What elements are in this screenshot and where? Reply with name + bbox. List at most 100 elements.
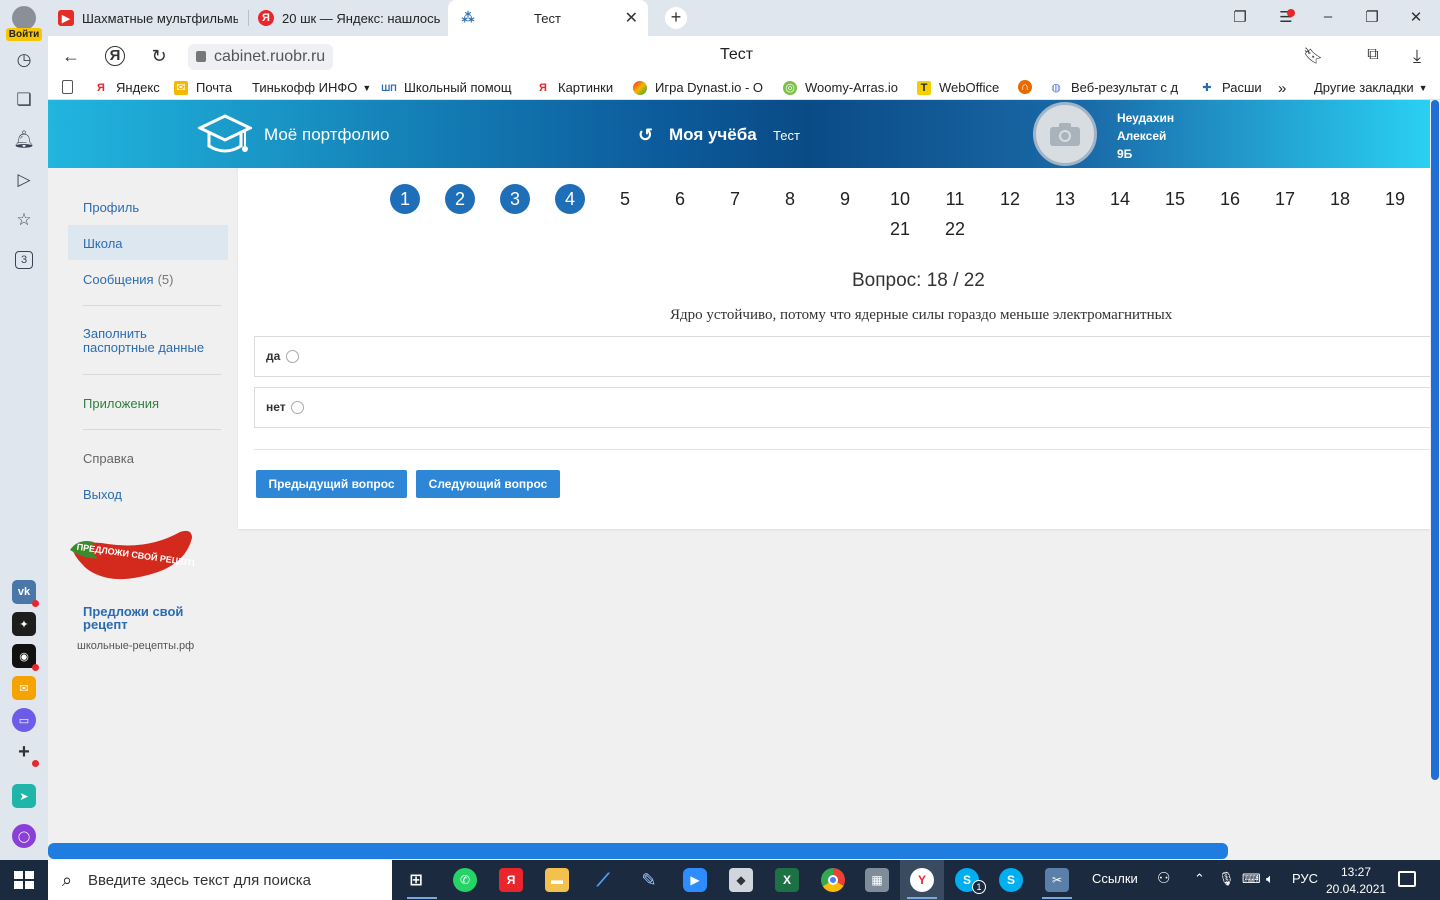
video-play-icon[interactable]: ▷ bbox=[12, 168, 36, 192]
url-field[interactable]: cabinet.ruobr.ru bbox=[188, 44, 334, 70]
question-number-19[interactable]: 19 bbox=[1380, 184, 1410, 214]
calculator-icon[interactable]: ▦ bbox=[865, 868, 889, 892]
history-icon[interactable]: ◷ bbox=[12, 48, 36, 72]
sidebar-item-logout[interactable]: Выход bbox=[83, 487, 122, 502]
answer-option-yes[interactable]: да bbox=[254, 336, 1430, 377]
taskbar-search[interactable]: ⌕ Введите здесь текст для поиска bbox=[48, 860, 392, 900]
favorites-star-icon[interactable]: ☆ bbox=[12, 208, 36, 232]
more-bookmarks-icon[interactable]: » bbox=[1278, 80, 1286, 97]
promo-title[interactable]: Предложи свой рецепт bbox=[83, 605, 213, 631]
bookmark-web-result-2[interactable]: ◍ Веб-результат с д bbox=[1049, 80, 1178, 95]
reload-icon[interactable]: ↻ bbox=[148, 46, 170, 67]
mail-app-icon[interactable]: ✉ bbox=[12, 676, 36, 700]
question-number-15[interactable]: 15 bbox=[1160, 184, 1190, 214]
bookmark-icon[interactable]: 🔖︎ bbox=[1302, 46, 1324, 66]
question-number-18[interactable]: 18 bbox=[1325, 184, 1355, 214]
question-number-6[interactable]: 6 bbox=[665, 184, 695, 214]
question-number-9[interactable]: 9 bbox=[830, 184, 860, 214]
clock[interactable]: 13:27 20.04.2021 bbox=[1326, 864, 1386, 898]
chrome-icon[interactable] bbox=[821, 868, 845, 892]
links-toolbar[interactable]: Ссылки bbox=[1092, 871, 1138, 886]
bookmark-tinkoff[interactable]: Тинькофф ИНФО ▼ bbox=[252, 80, 371, 95]
sparkle-app-icon[interactable]: ✦ bbox=[12, 612, 36, 636]
language-indicator[interactable]: РУС bbox=[1292, 871, 1318, 886]
question-number-2[interactable]: 2 bbox=[445, 184, 475, 214]
graduation-cap-icon[interactable] bbox=[198, 112, 252, 158]
paint3d-icon[interactable]: ⟋ bbox=[591, 868, 615, 892]
back-icon[interactable]: ← bbox=[60, 46, 82, 67]
vertical-scrollbar[interactable] bbox=[1430, 100, 1440, 780]
action-center-icon[interactable] bbox=[1398, 871, 1416, 887]
share-icon[interactable]: ⧉ bbox=[1362, 46, 1384, 64]
bookmark-woomy[interactable]: ◎ Woomy-Arras.io bbox=[783, 80, 898, 95]
refresh-icon[interactable]: ↺ bbox=[638, 125, 653, 146]
question-number-14[interactable]: 14 bbox=[1105, 184, 1135, 214]
notifications-bell-icon[interactable]: 🔔︎ bbox=[12, 128, 36, 152]
question-number-13[interactable]: 13 bbox=[1050, 184, 1080, 214]
skype-2-icon[interactable]: S bbox=[999, 868, 1023, 892]
question-number-8[interactable]: 8 bbox=[775, 184, 805, 214]
user-photo[interactable] bbox=[1033, 102, 1097, 166]
tab-test-active[interactable]: ⁂ Тест ✕ bbox=[448, 0, 648, 36]
question-number-3[interactable]: 3 bbox=[500, 184, 530, 214]
bookmark-dynast[interactable]: Игра Dynast.io - О bbox=[633, 80, 763, 95]
bookmark-images[interactable]: Я Картинки bbox=[536, 80, 613, 95]
tabs-count-icon[interactable]: 3 bbox=[15, 251, 33, 269]
next-question-button[interactable]: Следующий вопрос bbox=[416, 470, 560, 498]
windows-start-icon[interactable] bbox=[14, 871, 34, 889]
question-number-22[interactable]: 22 bbox=[940, 214, 970, 244]
tab-yandex-search[interactable]: Я 20 шк — Яндекс: нашлось bbox=[258, 0, 440, 36]
tab-youtube[interactable]: ▶ Шахматные мультфильмы bbox=[58, 0, 238, 36]
new-tab-button[interactable]: + bbox=[665, 7, 687, 29]
sidebar-item-school[interactable]: Школа bbox=[83, 236, 123, 251]
window-close-icon[interactable]: ✕ bbox=[1406, 8, 1426, 26]
messenger-app-icon[interactable]: ▭ bbox=[12, 708, 36, 732]
other-bookmarks[interactable]: Другие закладки ▼ bbox=[1314, 80, 1428, 95]
sidebar-item-help[interactable]: Справка bbox=[83, 451, 134, 466]
scrollbar-thumb[interactable] bbox=[1431, 100, 1439, 780]
answer-option-no[interactable]: нет bbox=[254, 387, 1430, 428]
yandex-browser-icon[interactable]: Я bbox=[499, 868, 523, 892]
sidebar-item-messages[interactable]: Сообщения (5) bbox=[83, 272, 173, 287]
question-number-12[interactable]: 12 bbox=[995, 184, 1025, 214]
collections-icon[interactable]: ❏ bbox=[12, 88, 36, 112]
zoom-icon[interactable]: ▶ bbox=[683, 868, 707, 892]
my-study-link[interactable]: Моя учёба bbox=[669, 125, 757, 145]
task-view-icon[interactable]: ⊞ bbox=[404, 868, 428, 892]
previous-question-button[interactable]: Предыдущий вопрос bbox=[256, 470, 407, 498]
question-number-7[interactable]: 7 bbox=[720, 184, 750, 214]
volume-icon[interactable]: 🔈︎ bbox=[1266, 871, 1274, 887]
question-number-16[interactable]: 16 bbox=[1215, 184, 1245, 214]
bookmark-yandex[interactable]: Я Яндекс bbox=[94, 80, 160, 95]
answer-radio[interactable] bbox=[291, 401, 304, 414]
sidebar-item-passport[interactable]: Заполнить паспортные данные bbox=[83, 327, 213, 355]
question-number-21[interactable]: 21 bbox=[885, 214, 915, 244]
minimize-icon[interactable]: – bbox=[1318, 8, 1338, 25]
add-app-icon[interactable]: + bbox=[12, 740, 39, 767]
question-number-10[interactable]: 10 bbox=[885, 184, 915, 214]
portfolio-link[interactable]: Моё портфолио bbox=[264, 125, 389, 145]
snipping-tool-icon[interactable]: ✂ bbox=[1045, 868, 1069, 892]
paint-icon[interactable]: ✎ bbox=[637, 868, 661, 892]
answer-radio[interactable] bbox=[286, 350, 299, 363]
yandex-home-icon[interactable]: Я bbox=[105, 46, 125, 66]
question-number-5[interactable]: 5 bbox=[610, 184, 640, 214]
bookmark-mail[interactable]: ✉ Почта bbox=[174, 80, 232, 95]
question-number-11[interactable]: 11 bbox=[940, 184, 970, 214]
horizontal-scrollbar[interactable] bbox=[48, 843, 1228, 859]
question-number-17[interactable]: 17 bbox=[1270, 184, 1300, 214]
people-icon[interactable]: ⚇ bbox=[1157, 869, 1170, 887]
send-app-icon[interactable]: ➤ bbox=[12, 784, 36, 808]
collections-icon[interactable]: ❐ bbox=[1230, 8, 1250, 26]
tray-chevron-icon[interactable]: ⌃ bbox=[1194, 871, 1205, 887]
bookmark-school-helper[interactable]: ШП Школьный помощ bbox=[381, 80, 511, 95]
network-icon[interactable]: ⌨ bbox=[1242, 871, 1261, 887]
close-tab-icon[interactable]: ✕ bbox=[625, 8, 638, 28]
bookmark-weboffice[interactable]: T WebOffice bbox=[917, 80, 999, 95]
excel-icon[interactable]: X bbox=[775, 868, 799, 892]
bookmark-web-result[interactable]: ∩ bbox=[1018, 80, 1040, 94]
yandex-browser-active-icon[interactable]: Y bbox=[910, 868, 934, 892]
question-number-4[interactable]: 4 bbox=[555, 184, 585, 214]
microphone-icon[interactable]: 🎙︎ bbox=[1218, 871, 1235, 887]
restore-icon[interactable]: ❐ bbox=[1362, 8, 1382, 26]
